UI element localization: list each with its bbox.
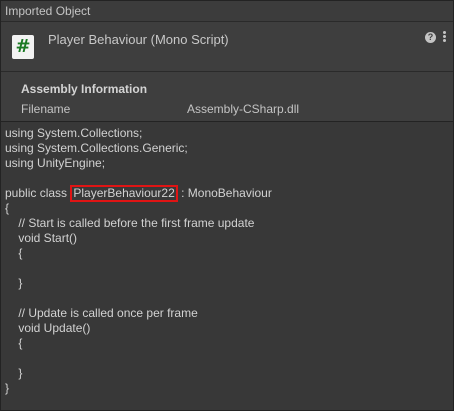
object-title: Player Behaviour (Mono Script) [48, 32, 229, 47]
help-icon[interactable]: ? [425, 32, 436, 43]
object-header: # Player Behaviour (Mono Script) ? [1, 22, 453, 72]
csharp-script-icon: # [12, 35, 34, 59]
highlighted-class-name: PlayerBehaviour22 [70, 185, 178, 202]
filename-label: Filename [21, 102, 71, 116]
class-declaration-line: public class PlayerBehaviour22 : MonoBeh… [5, 185, 453, 202]
assembly-information-title: Assembly Information [21, 82, 148, 96]
class-base-type: : MonoBehaviour [177, 186, 272, 200]
inspector-panel: Imported Object # Player Behaviour (Mono… [0, 0, 454, 411]
code-line: { [5, 336, 23, 350]
code-line: } [5, 381, 10, 395]
filename-value: Assembly-CSharp.dll [187, 102, 300, 116]
code-line: { [5, 246, 23, 260]
script-icon-glyph: # [15, 36, 31, 57]
script-source-preview: using System.Collections; using System.C… [1, 122, 453, 410]
code-line: { [5, 201, 10, 215]
inspector-tab[interactable]: Imported Object [1, 1, 453, 22]
tab-title: Imported Object [5, 4, 91, 18]
code-line: } [5, 366, 23, 380]
class-keyword: public class [5, 186, 71, 200]
code-line: void Start() [5, 231, 78, 245]
code-line: void Update() [5, 321, 91, 335]
assembly-information-section: Assembly Information Filename Assembly-C… [1, 72, 453, 122]
code-line: using System.Collections.Generic; [5, 141, 188, 155]
code-line: using UnityEngine; [5, 156, 106, 170]
code-line: } [5, 276, 23, 290]
code-line: // Start is called before the first fram… [5, 216, 255, 230]
code-line: // Update is called once per frame [5, 306, 198, 320]
code-line: using System.Collections; [5, 126, 143, 140]
more-options-icon[interactable] [441, 31, 447, 45]
